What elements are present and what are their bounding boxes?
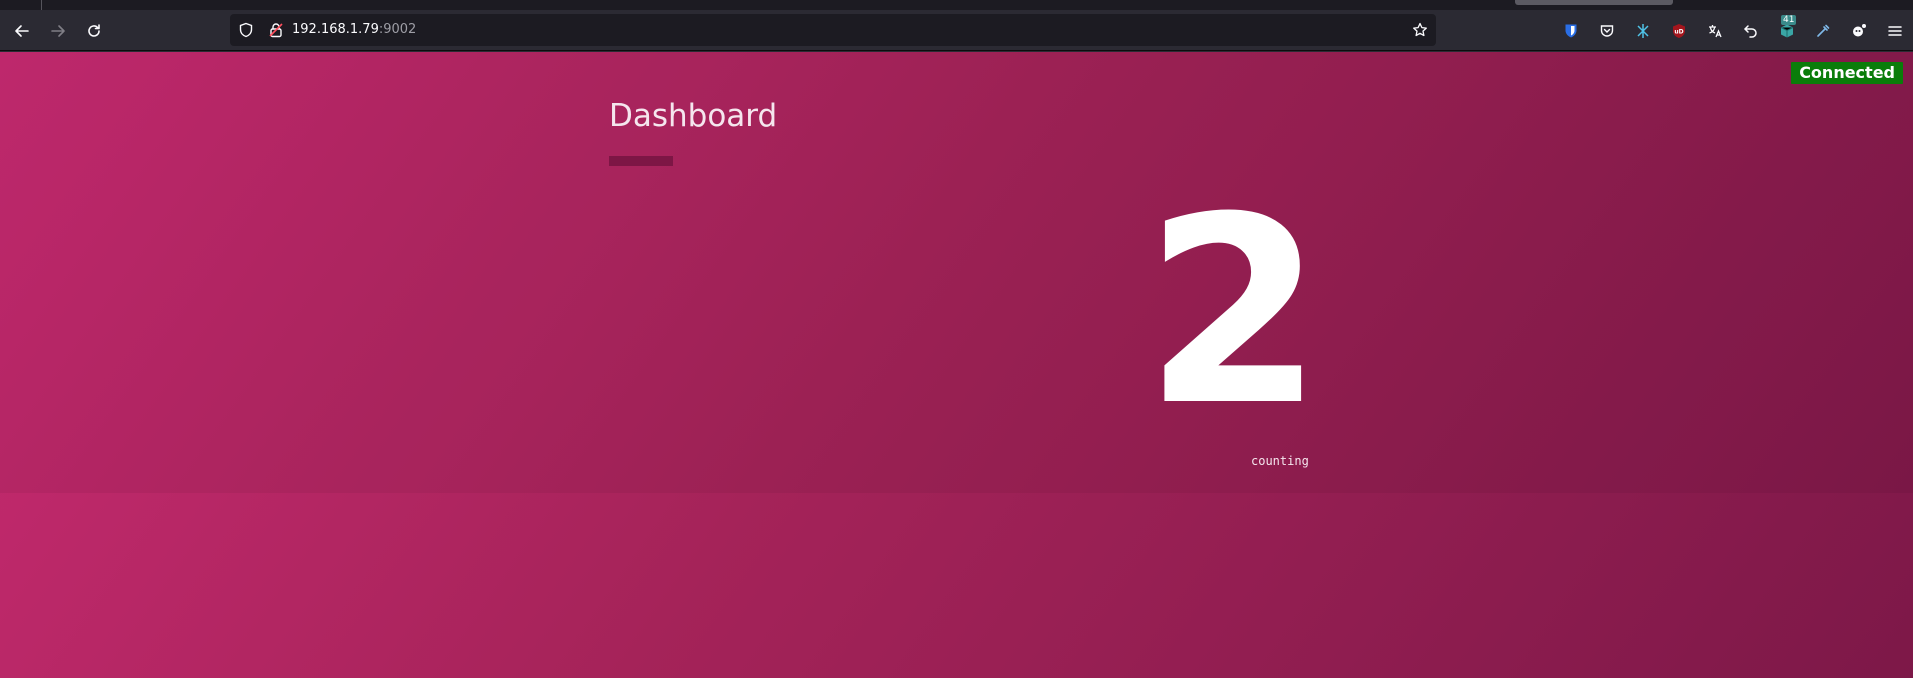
reload-icon [88, 24, 100, 37]
tab-divider [41, 0, 42, 10]
undo-extension-button[interactable] [1741, 21, 1761, 41]
connection-status-badge: Connected [1791, 62, 1903, 84]
translate-extension-button[interactable] [1705, 21, 1725, 41]
bitwarden-extension-button[interactable] [1561, 21, 1581, 41]
back-button[interactable] [8, 17, 36, 45]
profile-extension-button[interactable] [1849, 21, 1869, 41]
arrow-right-icon [51, 25, 65, 37]
tab-scrollbar[interactable] [1515, 0, 1673, 5]
shield-icon[interactable] [238, 22, 254, 38]
ublock-icon: uD [1673, 24, 1685, 38]
page-content: Connected Dashboard 2 counting [0, 52, 1913, 678]
insecure-lock-icon[interactable] [268, 22, 284, 38]
pocket-icon [1600, 25, 1614, 37]
tab-strip [0, 0, 1913, 10]
arrow-left-icon [15, 25, 29, 37]
ublock-extension-button[interactable]: uD [1669, 21, 1689, 41]
eyedropper-icon [1817, 24, 1830, 37]
pocket-extension-button[interactable] [1597, 21, 1617, 41]
dashboard-hero: Connected Dashboard 2 counting [0, 52, 1913, 493]
url-port: :9002 [378, 22, 417, 37]
extension-count-badge: 41 [1781, 15, 1797, 25]
url-bar[interactable]: 192.168.1.79:9002 [230, 14, 1436, 46]
hamburger-menu-icon [1888, 26, 1902, 36]
title-underline [609, 156, 673, 166]
url-host: 192.168.1.79 [292, 22, 379, 37]
browser-toolbar: 192.168.1.79:9002 uD 41 [0, 10, 1913, 51]
shield-badge-icon [1565, 24, 1577, 38]
url-text[interactable]: 192.168.1.79:9002 [292, 22, 416, 38]
translate-icon [1709, 25, 1722, 38]
reload-button[interactable] [80, 17, 108, 45]
counter-label: counting [1251, 454, 1309, 468]
counter-value: 2 [1144, 162, 1324, 462]
app-menu-button[interactable] [1885, 21, 1905, 41]
page-title: Dashboard [609, 98, 778, 134]
undo-arrow-icon [1743, 25, 1757, 38]
network-icon [1637, 24, 1649, 38]
star-icon[interactable] [1412, 22, 1428, 38]
forward-button[interactable] [44, 17, 72, 45]
svg-text:uD: uD [1674, 29, 1683, 36]
ghost-icon [1853, 24, 1866, 37]
eyedropper-extension-button[interactable] [1813, 21, 1833, 41]
cube-icon [1780, 24, 1794, 38]
network-extension-button[interactable] [1633, 21, 1653, 41]
